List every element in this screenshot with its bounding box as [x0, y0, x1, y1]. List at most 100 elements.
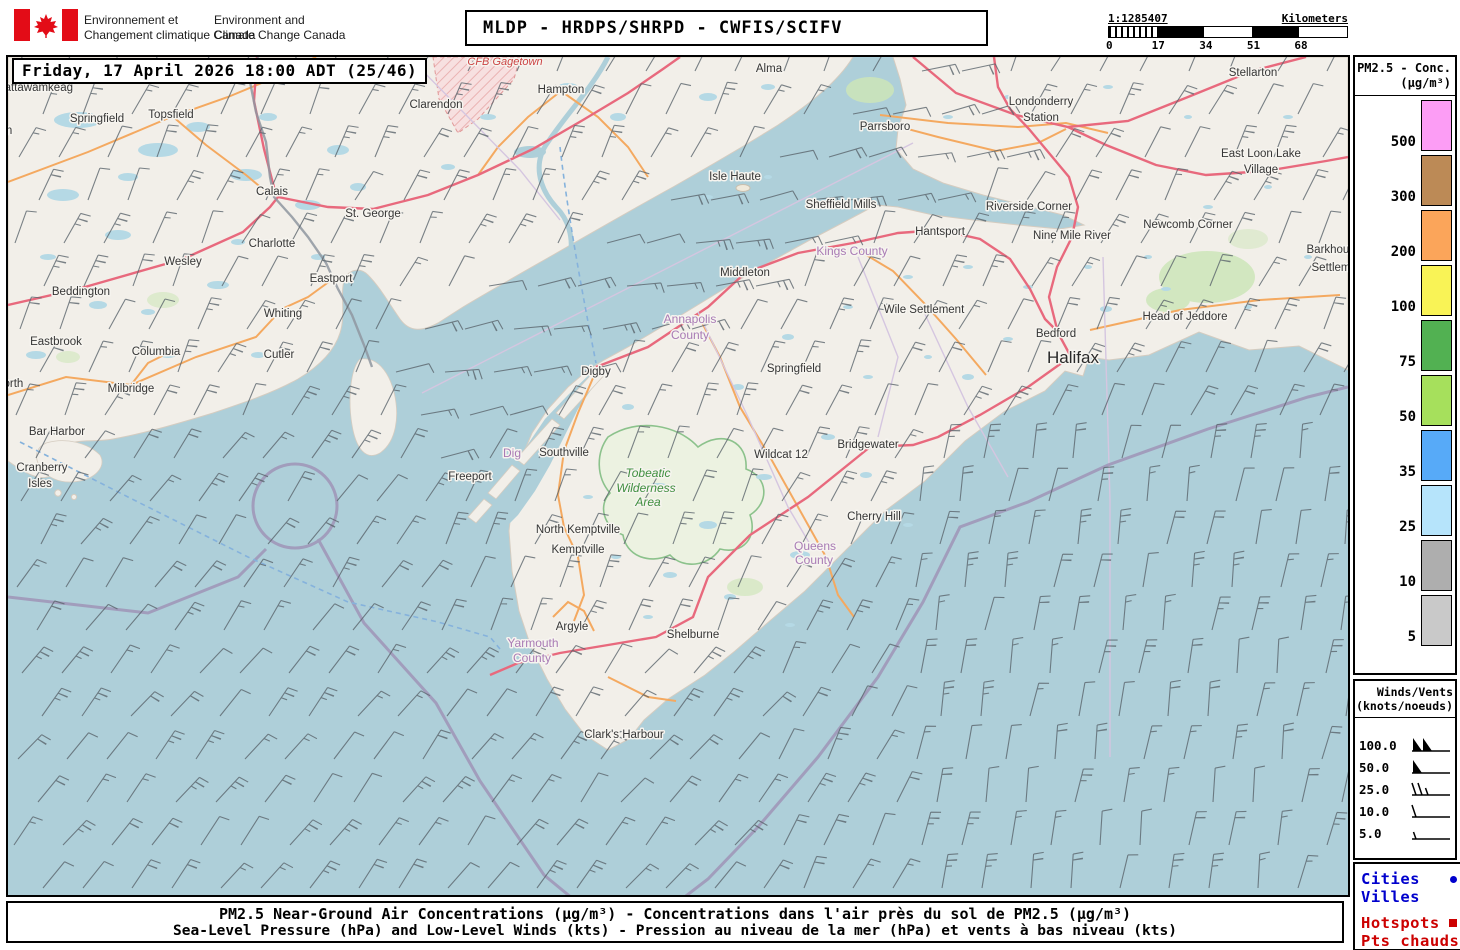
cities-label-en: Cities: [1361, 870, 1420, 888]
map-place-label: Isle Haute: [709, 171, 761, 183]
map-place-label: County: [795, 553, 833, 567]
map-place-label: Stellarton: [1229, 67, 1278, 79]
scale-segment: [1109, 27, 1157, 37]
map-place-label: Freeport: [448, 471, 492, 483]
map-place-label: Topsfield: [148, 109, 193, 121]
pm25-color-swatch: [1421, 100, 1452, 151]
wind-speed-value: 25.0: [1359, 782, 1390, 797]
map-place-label: Isles: [28, 478, 52, 490]
caption-line2: Sea-Level Pressure (hPa) and Low-Level W…: [173, 923, 1177, 939]
map-place-label: Station: [1023, 112, 1059, 124]
pm25-threshold-value: 300: [1390, 189, 1416, 205]
map-place-label: County: [671, 328, 709, 342]
pm25-legend: PM2.5 - Conc. (µg/m³) 500 300 200 100 75 50 35…: [1353, 55, 1457, 675]
wind-barb-icon: [1412, 831, 1450, 840]
map-place-label: Area: [634, 495, 661, 509]
hotspots-label-fr: Pts chauds: [1361, 932, 1460, 950]
pm25-threshold-value: 5: [1407, 629, 1416, 645]
pm25-threshold-value: 10: [1399, 574, 1416, 590]
map-place-label: Bar Harbor: [29, 426, 85, 438]
map-place-label: Yarmouth: [507, 636, 558, 650]
map-place-label: Sheffield Mills: [806, 199, 877, 211]
map-place-label: Wesley: [164, 256, 202, 268]
scale-segment: [1251, 27, 1300, 37]
map-place-label: Head of Jeddore: [1142, 311, 1227, 323]
map-place-label: Wildcat 12: [754, 449, 808, 461]
divider: [1355, 95, 1455, 96]
pm25-color-swatch: [1421, 430, 1452, 481]
wind-speed-value: 100.0: [1359, 738, 1397, 753]
hotspot-square-icon: [1449, 919, 1457, 927]
scale-tick: 51: [1246, 39, 1261, 52]
map-place-label: Whiting: [264, 308, 302, 320]
wind-speed-value: 10.0: [1359, 804, 1390, 819]
pm25-color-swatch: [1421, 375, 1452, 426]
map-place-label: Cherry Hill: [847, 511, 901, 523]
wind-legend-entry: 10.0: [1355, 801, 1455, 822]
pm25-legend-entry: 5: [1355, 593, 1455, 648]
divider: [1355, 717, 1455, 718]
weather-map-page: Environnement et Changement climatique C…: [0, 0, 1460, 950]
wind-speed-value: 5.0: [1359, 826, 1382, 841]
map-place-label: Newcomb Corner: [1143, 219, 1233, 231]
map-place-label: Beddington: [52, 286, 110, 298]
pm25-legend-title: PM2.5 - Conc. (µg/m³): [1357, 61, 1451, 90]
wind-barb-icon: [1411, 804, 1450, 818]
map-place-label: Halifax: [1047, 348, 1099, 367]
map-canvas[interactable]: MattawamkeagLincolnSpringfieldTopsfieldC…: [6, 55, 1350, 897]
map-place-label: Columbia: [132, 346, 181, 358]
map-place-label: Settlement: [1312, 262, 1348, 274]
scale-bar-segments: [1108, 26, 1348, 38]
caption-line1: PM2.5 Near-Ground Air Concentrations (µg…: [218, 905, 1132, 923]
scale-ratio: 1:1285407: [1108, 12, 1168, 25]
pm25-threshold-value: 35: [1399, 464, 1416, 480]
valid-time-label: Friday, 17 April 2026 18:00 ADT (25/46): [12, 58, 428, 84]
pm25-legend-entry: 300: [1355, 153, 1455, 208]
canada-flag-icon: [14, 9, 78, 41]
pm25-color-swatch: [1421, 265, 1452, 316]
map-scale-bar: 1:1285407 Kilometers 0 17 34 51 68: [1106, 12, 1348, 52]
map-place-label: St. George: [345, 208, 401, 220]
scale-segment: [1156, 27, 1205, 37]
pm25-legend-entry: 100: [1355, 263, 1455, 318]
pm25-legend-entry: 500: [1355, 98, 1455, 153]
wind-barb-icon: [1412, 759, 1450, 774]
map-place-label: Eastport: [310, 273, 354, 285]
pm25-legend-entry: 50: [1355, 373, 1455, 428]
map-place-label: Calais: [256, 186, 288, 198]
pm25-threshold-value: 75: [1399, 354, 1416, 370]
map-place-label: Tobeatic: [626, 466, 671, 480]
pm25-legend-entry: 35: [1355, 428, 1455, 483]
city-dot-icon: [1450, 875, 1457, 883]
cranberry-island: [54, 489, 62, 497]
map-place-label: Wilderness: [616, 481, 675, 495]
pm25-legend-entry: 25: [1355, 483, 1455, 538]
map-place-label: Cranberry: [16, 462, 67, 474]
pm25-threshold-value: 100: [1390, 299, 1416, 315]
wind-legend-entry: 25.0: [1355, 779, 1455, 800]
pm25-color-swatch: [1421, 210, 1452, 261]
map-place-label: Kings County: [816, 244, 887, 258]
pm25-threshold-value: 500: [1390, 134, 1416, 150]
map-place-label: Wile Settlement: [884, 304, 965, 316]
scale-tick: 34: [1199, 39, 1213, 52]
map-place-label: Barkhouse: [1307, 244, 1348, 256]
pm25-legend-entry: 10: [1355, 538, 1455, 593]
map-place-label: Hampton: [538, 84, 585, 96]
pm25-legend-entry: 200: [1355, 208, 1455, 263]
wind-barb-icon: [1411, 782, 1450, 796]
map-place-label: Milbridge: [108, 383, 155, 395]
map-place-label: Londonderry: [1009, 96, 1074, 108]
hotspots-label-en: Hotspots: [1361, 914, 1440, 932]
map-place-label: Eastbrook: [30, 336, 82, 348]
scale-tick: 0: [1106, 39, 1113, 52]
pm25-color-swatch: [1421, 540, 1452, 591]
map-place-label: Kemptville: [551, 544, 604, 556]
map-place-label: Alma: [756, 63, 783, 75]
map-place-label: Riverside Corner: [986, 201, 1072, 213]
map-place-label: Digby: [581, 366, 611, 378]
map-place-label: Ellsworth: [8, 378, 23, 390]
map-place-label: Hantsport: [915, 226, 966, 238]
org-name-english: Environment and Climate Change Canada: [214, 13, 346, 42]
map-place-label: Springfield: [767, 363, 821, 375]
